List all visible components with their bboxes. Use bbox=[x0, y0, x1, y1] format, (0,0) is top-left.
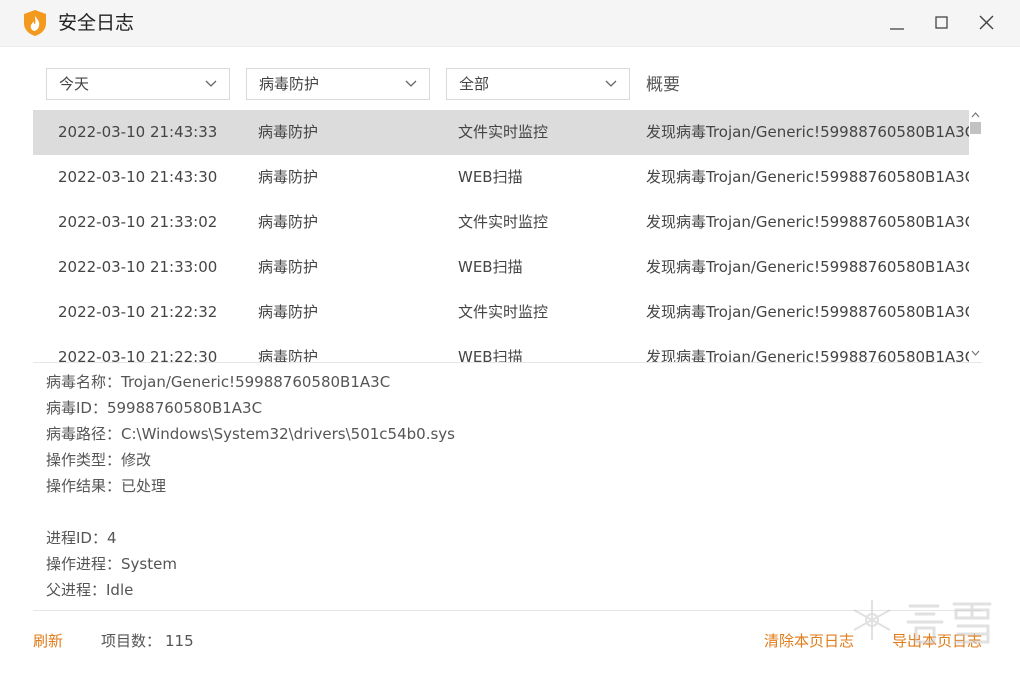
date-filter-dropdown[interactable]: 今天 bbox=[46, 68, 230, 100]
window-title: 安全日志 bbox=[58, 12, 135, 34]
minimize-button[interactable] bbox=[884, 10, 910, 36]
log-category: 病毒防护 bbox=[258, 258, 319, 276]
maximize-button[interactable] bbox=[929, 10, 955, 36]
item-count-value: 115 bbox=[165, 632, 194, 650]
log-list: 2022-03-10 21:43:33 病毒防护 文件实时监控 发现病毒Troj… bbox=[33, 110, 982, 362]
log-row[interactable]: 2022-03-10 21:33:00 病毒防护 WEB扫描 发现病毒Troja… bbox=[33, 245, 969, 290]
log-summary: 发现病毒Trojan/Generic!59988760580B1A3C, bbox=[646, 348, 969, 362]
list-divider bbox=[33, 362, 982, 363]
date-filter-value: 今天 bbox=[59, 75, 90, 93]
log-time: 2022-03-10 21:22:32 bbox=[58, 303, 218, 321]
summary-column-header: 概要 bbox=[646, 75, 680, 95]
log-source: 文件实时监控 bbox=[458, 303, 549, 321]
log-row[interactable]: 2022-03-10 21:43:30 病毒防护 WEB扫描 发现病毒Troja… bbox=[33, 155, 969, 200]
log-category: 病毒防护 bbox=[258, 123, 319, 141]
log-row[interactable]: 2022-03-10 21:22:30 病毒防护 WEB扫描 发现病毒Troja… bbox=[33, 335, 969, 362]
item-count-label: 项目数： bbox=[101, 632, 162, 650]
log-list-scrollbar[interactable] bbox=[969, 110, 982, 362]
snowflake-icon bbox=[853, 600, 891, 640]
log-summary: 发现病毒Trojan/Generic!59988760580B1A3C, bbox=[646, 168, 969, 186]
log-category: 病毒防护 bbox=[258, 168, 319, 186]
app-shield-flame-icon bbox=[24, 10, 46, 36]
scrollbar-thumb[interactable] bbox=[970, 122, 981, 134]
type-filter-value: 全部 bbox=[459, 75, 490, 93]
log-category: 病毒防护 bbox=[258, 303, 319, 321]
log-summary: 发现病毒Trojan/Generic!59988760580B1A3C, bbox=[646, 303, 969, 321]
chevron-down-icon bbox=[605, 80, 617, 87]
log-time: 2022-03-10 21:43:30 bbox=[58, 168, 218, 186]
log-row[interactable]: 2022-03-10 21:43:33 病毒防护 文件实时监控 发现病毒Troj… bbox=[33, 110, 969, 155]
detail-operation-type: 操作类型：修改 bbox=[46, 451, 152, 469]
log-category: 病毒防护 bbox=[258, 213, 319, 231]
chevron-down-icon bbox=[205, 80, 217, 87]
category-filter-value: 病毒防护 bbox=[259, 75, 320, 93]
log-time: 2022-03-10 21:33:00 bbox=[58, 258, 218, 276]
log-category: 病毒防护 bbox=[258, 348, 319, 362]
detail-operation-result: 操作结果：已处理 bbox=[46, 477, 167, 495]
log-source: WEB扫描 bbox=[458, 258, 523, 276]
log-time: 2022-03-10 21:43:33 bbox=[58, 123, 218, 141]
log-source: WEB扫描 bbox=[458, 348, 523, 362]
minimize-icon bbox=[890, 28, 904, 30]
detail-process-id: 进程ID：4 bbox=[46, 529, 117, 547]
log-source: 文件实时监控 bbox=[458, 123, 549, 141]
scroll-up-icon[interactable] bbox=[971, 112, 980, 118]
log-row[interactable]: 2022-03-10 21:22:32 病毒防护 文件实时监控 发现病毒Troj… bbox=[33, 290, 969, 335]
log-summary: 发现病毒Trojan/Generic!59988760580B1A3C, bbox=[646, 123, 969, 141]
maximize-icon bbox=[935, 16, 948, 29]
close-button[interactable] bbox=[974, 10, 1000, 36]
type-filter-dropdown[interactable]: 全部 bbox=[446, 68, 630, 100]
category-filter-dropdown[interactable]: 病毒防护 bbox=[246, 68, 430, 100]
detail-parent-process: 父进程：Idle bbox=[46, 581, 134, 599]
log-source: WEB扫描 bbox=[458, 168, 523, 186]
clear-page-log-link[interactable]: 清除本页日志 bbox=[764, 631, 854, 651]
kanxue-watermark-logo bbox=[853, 600, 992, 644]
item-count: 项目数： 115 bbox=[101, 631, 194, 651]
chevron-down-icon bbox=[405, 80, 417, 87]
log-source: 文件实时监控 bbox=[458, 213, 549, 231]
log-time: 2022-03-10 21:22:30 bbox=[58, 348, 218, 362]
footer-divider bbox=[33, 610, 982, 611]
log-time: 2022-03-10 21:33:02 bbox=[58, 213, 218, 231]
detail-virus-id: 病毒ID：59988760580B1A3C bbox=[46, 399, 263, 417]
detail-operating-process: 操作进程：System bbox=[46, 555, 177, 573]
log-row[interactable]: 2022-03-10 21:33:02 病毒防护 文件实时监控 发现病毒Troj… bbox=[33, 200, 969, 245]
log-summary: 发现病毒Trojan/Generic!59988760580B1A3C, bbox=[646, 213, 969, 231]
detail-virus-name: 病毒名称：Trojan/Generic!59988760580B1A3C bbox=[46, 373, 391, 391]
close-icon bbox=[979, 15, 994, 30]
scroll-down-icon[interactable] bbox=[971, 350, 980, 356]
title-bar: 安全日志 bbox=[0, 0, 1020, 47]
detail-virus-path: 病毒路径：C:\Windows\System32\drivers\501c54b… bbox=[46, 425, 455, 443]
log-summary: 发现病毒Trojan/Generic!59988760580B1A3C, bbox=[646, 258, 969, 276]
refresh-link[interactable]: 刷新 bbox=[33, 631, 63, 651]
